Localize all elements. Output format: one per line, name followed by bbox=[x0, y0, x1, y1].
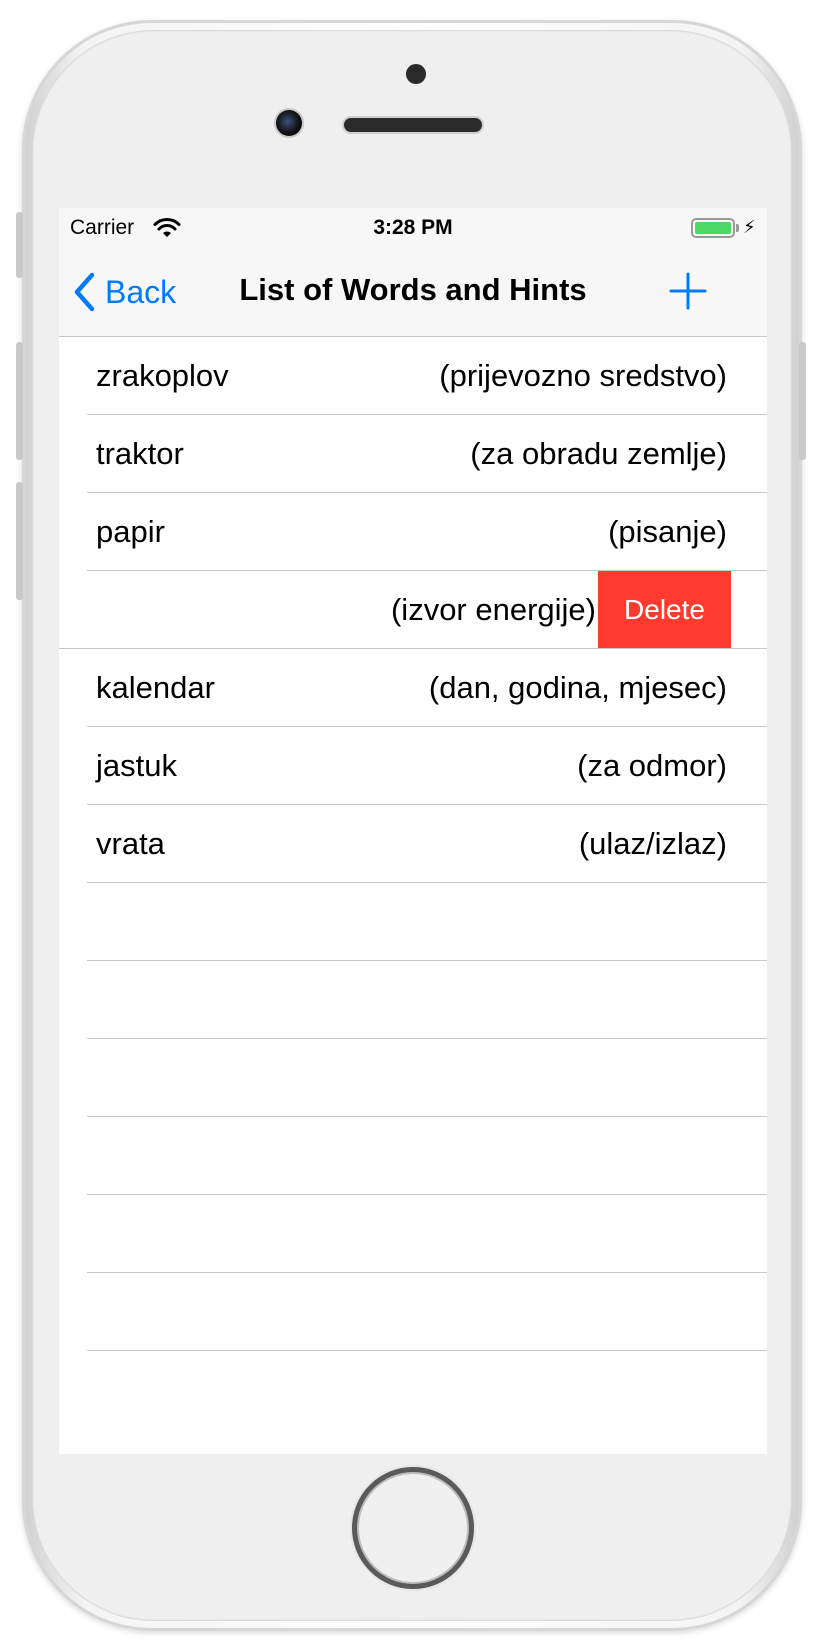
table-row[interactable]: kalendar (dan, godina, mjesec) bbox=[59, 649, 767, 727]
hint-label: (za obradu zemlje) bbox=[470, 436, 727, 471]
volume-down-button bbox=[16, 482, 23, 600]
hint-label: (ulaz/izlaz) bbox=[578, 826, 727, 861]
table-row[interactable]: vrata (ulaz/izlaz) bbox=[59, 805, 767, 883]
hint-label: (pisanje) bbox=[608, 514, 727, 549]
battery-tip bbox=[736, 224, 739, 232]
table-row-swiped[interactable]: a (izvor energije) Delete bbox=[59, 571, 767, 649]
mute-switch bbox=[16, 212, 23, 278]
word-label: jastuk bbox=[96, 748, 177, 783]
proximity-sensor bbox=[406, 64, 426, 84]
hint-label: (dan, godina, mjesec) bbox=[428, 670, 727, 705]
word-label: kalendar bbox=[96, 670, 215, 705]
empty-row bbox=[59, 1273, 767, 1351]
power-button bbox=[799, 342, 806, 460]
earpiece-speaker bbox=[344, 118, 482, 132]
words-table: zrakoplov (prijevozno sredstvo) traktor … bbox=[59, 337, 767, 1351]
hint-label: (za odmor) bbox=[577, 748, 727, 783]
navigation-bar: Back List of Words and Hints bbox=[59, 248, 767, 337]
table-row[interactable]: papir (pisanje) bbox=[59, 493, 767, 571]
hint-label: (izvor energije) bbox=[390, 592, 596, 627]
word-label: vrata bbox=[96, 826, 165, 861]
delete-button[interactable]: Delete bbox=[598, 571, 731, 648]
battery-icon bbox=[691, 218, 735, 238]
charging-bolt-icon: ⚡ bbox=[743, 217, 756, 237]
status-bar: Carrier 3:28 PM ⚡ bbox=[59, 208, 767, 248]
word-label: papir bbox=[96, 514, 165, 549]
front-camera-icon bbox=[276, 110, 302, 136]
battery-level bbox=[695, 222, 731, 234]
status-time: 3:28 PM bbox=[373, 216, 453, 239]
empty-row bbox=[59, 1195, 767, 1273]
row-separator bbox=[87, 1350, 767, 1351]
table-row[interactable]: traktor (za obradu zemlje) bbox=[59, 415, 767, 493]
plus-icon[interactable] bbox=[665, 268, 711, 314]
table-row[interactable]: zrakoplov (prijevozno sredstvo) bbox=[59, 337, 767, 415]
word-label: traktor bbox=[96, 436, 184, 471]
empty-row bbox=[59, 1117, 767, 1195]
word-label: zrakoplov bbox=[96, 358, 229, 393]
hint-label: (prijevozno sredstvo) bbox=[439, 358, 727, 393]
app-screen: Carrier 3:28 PM ⚡ Back List of Words and… bbox=[59, 208, 767, 1454]
table-row[interactable]: jastuk (za odmor) bbox=[59, 727, 767, 805]
home-button[interactable] bbox=[352, 1467, 474, 1589]
page-title: List of Words and Hints bbox=[239, 272, 587, 307]
empty-row bbox=[59, 961, 767, 1039]
empty-row bbox=[59, 1039, 767, 1117]
volume-up-button bbox=[16, 342, 23, 460]
empty-row bbox=[59, 883, 767, 961]
